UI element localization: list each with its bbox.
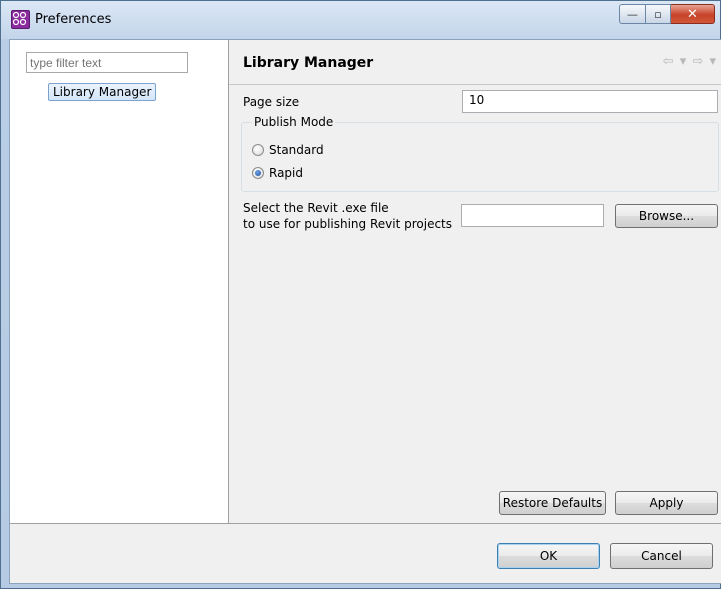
- filter-input[interactable]: [26, 52, 188, 73]
- radio-rapid-indicator[interactable]: [252, 167, 264, 179]
- revit-exe-label-line2: to use for publishing Revit projects: [243, 217, 453, 231]
- window-title: Preferences: [35, 12, 112, 27]
- revit-exe-path-field[interactable]: [461, 204, 604, 227]
- revit-exe-label-line1: Select the Revit .exe file: [243, 201, 389, 215]
- preferences-window: Preferences — ▫ ✕ Library Manager Librar…: [0, 0, 721, 589]
- browse-button[interactable]: Browse...: [615, 204, 718, 228]
- dialog-client-area: Library Manager Library Manager ⇦ ▾ ⇨ ▾ …: [9, 39, 721, 584]
- radio-standard-indicator[interactable]: [252, 144, 264, 156]
- radio-standard[interactable]: Standard: [252, 143, 324, 157]
- restore-defaults-button[interactable]: Restore Defaults: [499, 491, 606, 515]
- cancel-button[interactable]: Cancel: [610, 543, 713, 569]
- publish-mode-title: Publish Mode: [252, 115, 336, 129]
- page-navigation: ⇦ ▾ ⇨ ▾: [663, 54, 717, 69]
- minimize-button[interactable]: —: [619, 4, 645, 24]
- publish-mode-group: Publish Mode Standard Rapid: [241, 115, 719, 192]
- close-button[interactable]: ✕: [671, 4, 715, 24]
- title-bar[interactable]: Preferences — ▫ ✕: [1, 1, 720, 39]
- radio-standard-label: Standard: [269, 143, 324, 157]
- page-title: Library Manager: [243, 55, 374, 71]
- page-header: Library Manager ⇦ ▾ ⇨ ▾: [229, 40, 721, 85]
- radio-rapid[interactable]: Rapid: [252, 166, 303, 180]
- preferences-app-icon: [11, 10, 30, 29]
- tree-item-library-manager[interactable]: Library Manager: [48, 83, 157, 101]
- footer-divider: [10, 523, 721, 524]
- maximize-button[interactable]: ▫: [645, 4, 671, 24]
- apply-button[interactable]: Apply: [615, 491, 718, 515]
- page-size-label: Page size: [243, 95, 300, 109]
- radio-rapid-label: Rapid: [269, 166, 303, 180]
- back-arrow-icon[interactable]: ⇦ ▾: [663, 54, 688, 69]
- forward-arrow-icon[interactable]: ⇨ ▾: [692, 54, 717, 69]
- window-controls: — ▫ ✕: [619, 4, 715, 26]
- ok-button[interactable]: OK: [497, 543, 600, 569]
- preference-tree-pane: Library Manager: [10, 40, 229, 523]
- preference-page: Library Manager ⇦ ▾ ⇨ ▾ Page size 10 Pub…: [229, 40, 721, 523]
- page-size-field[interactable]: 10: [462, 90, 718, 113]
